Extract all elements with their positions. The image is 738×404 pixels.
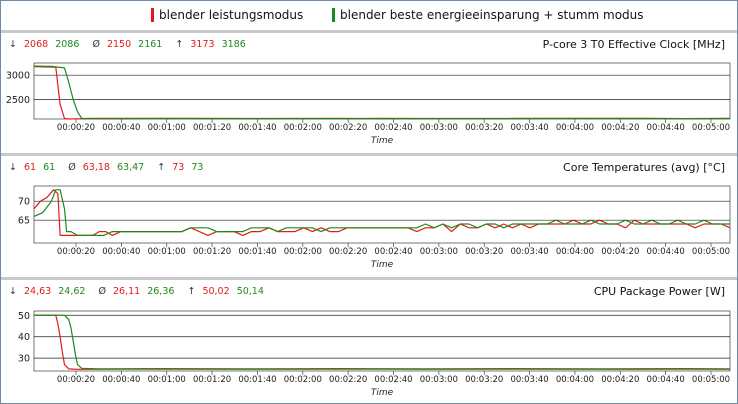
x-tick-label: 00:04:00 <box>556 247 594 257</box>
y-tick-label: 65 <box>18 216 30 227</box>
x-tick-label: 00:01:40 <box>238 123 276 133</box>
x-tick-label: 00:03:40 <box>510 123 548 133</box>
panel-temperature: ↓ 61 61 Ø 63,18 63,47 ↑ 73 73 Core Tempe… <box>1 153 737 277</box>
chart-window: blender leistungsmodus blender beste ene… <box>0 0 738 404</box>
legend-label: blender beste energieeinsparung + stumm … <box>340 8 644 22</box>
x-axis-label: Time <box>371 260 394 270</box>
x-tick-label: 00:02:00 <box>284 247 322 257</box>
legend: blender leistungsmodus blender beste ene… <box>1 1 737 31</box>
x-tick-label: 00:02:40 <box>374 247 412 257</box>
x-tick-label: 00:03:40 <box>510 247 548 257</box>
plot-area <box>33 185 731 244</box>
x-tick-label: 00:00:20 <box>57 247 95 257</box>
x-tick-label: 00:01:20 <box>193 247 231 257</box>
x-tick-label: 00:01:20 <box>193 123 231 133</box>
x-tick-label: 00:01:20 <box>193 375 231 385</box>
x-tick-label: 00:04:20 <box>601 123 639 133</box>
temperature-chart: 65 70 00:00:20 00:00:40 00:01:00 00:01:20 00:0… <box>18 185 731 270</box>
x-tick-label: 00:04:40 <box>647 123 685 133</box>
x-tick-label: 00:02:00 <box>284 375 322 385</box>
x-tick-label: 00:03:00 <box>420 375 458 385</box>
y-tick-label: 50 <box>18 311 30 322</box>
legend-swatch-red <box>151 8 154 22</box>
x-tick-label: 00:03:00 <box>420 247 458 257</box>
y-tick-label: 2500 <box>6 95 30 106</box>
x-tick-label: 00:03:00 <box>420 123 458 133</box>
x-tick-label: 00:02:20 <box>329 247 367 257</box>
y-tick-label: 30 <box>18 354 30 365</box>
x-tick-label: 00:03:40 <box>510 375 548 385</box>
x-tick-label: 00:02:40 <box>374 375 412 385</box>
x-tick-label: 00:00:20 <box>57 375 95 385</box>
x-tick-label: 00:04:00 <box>556 375 594 385</box>
x-tick-label: 00:00:40 <box>102 375 140 385</box>
legend-swatch-green <box>332 8 335 22</box>
x-tick-label: 00:02:20 <box>329 123 367 133</box>
x-tick-label: 00:01:00 <box>148 123 186 133</box>
x-tick-label: 00:05:00 <box>692 247 730 257</box>
y-tick-label: 3000 <box>6 71 30 82</box>
y-tick-label: 70 <box>18 197 30 208</box>
plot-area <box>33 310 731 372</box>
x-tick-label: 00:05:00 <box>692 375 730 385</box>
x-tick-label: 00:04:40 <box>647 247 685 257</box>
x-tick-label: 00:03:20 <box>465 375 503 385</box>
x-axis-label: Time <box>371 136 394 146</box>
x-tick-label: 00:02:40 <box>374 123 412 133</box>
x-tick-label: 00:01:40 <box>238 247 276 257</box>
panel-clock: ↓ 2068 2086 Ø 2150 2161 ↑ 3173 3186 P-co… <box>1 30 737 155</box>
plot-area <box>33 62 731 120</box>
x-tick-label: 00:04:40 <box>647 375 685 385</box>
x-axis-label: Time <box>371 388 394 398</box>
clock-chart: 2500 3000 00:00:20 00:00:40 00:01:00 00:01:20… <box>6 62 731 146</box>
x-tick-label: 00:02:20 <box>329 375 367 385</box>
legend-label: blender leistungsmodus <box>159 8 304 22</box>
x-tick-label: 00:03:20 <box>465 247 503 257</box>
x-tick-label: 00:03:20 <box>465 123 503 133</box>
x-tick-label: 00:05:00 <box>692 123 730 133</box>
x-tick-label: 00:04:20 <box>601 375 639 385</box>
x-tick-label: 00:01:40 <box>238 375 276 385</box>
x-tick-label: 00:00:20 <box>57 123 95 133</box>
x-tick-label: 00:00:40 <box>102 247 140 257</box>
power-chart: 30 40 50 00:00:20 00:00:40 00:01:00 00:01:20 00… <box>18 310 731 398</box>
x-tick-label: 00:04:00 <box>556 123 594 133</box>
y-tick-label: 40 <box>18 332 30 343</box>
panel-power: ↓ 24,63 24,62 Ø 26,11 26,36 ↑ 50,02 50,1… <box>1 277 737 403</box>
x-tick-label: 00:01:00 <box>148 247 186 257</box>
x-tick-label: 00:01:00 <box>148 375 186 385</box>
x-tick-label: 00:04:20 <box>601 247 639 257</box>
x-tick-label: 00:00:40 <box>102 123 140 133</box>
x-tick-label: 00:02:00 <box>284 123 322 133</box>
